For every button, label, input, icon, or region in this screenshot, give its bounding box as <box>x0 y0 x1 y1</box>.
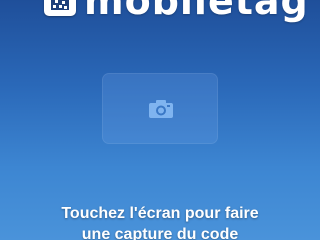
app-logo-text: mobiletag <box>84 0 309 23</box>
qr-code-icon <box>44 0 76 16</box>
capture-button[interactable] <box>102 73 218 144</box>
instruction-line-2: une capture du code <box>81 226 239 240</box>
camera-icon <box>149 100 173 118</box>
instruction-text: Touchez l'écran pour faire une capture d… <box>0 203 320 240</box>
instruction-line-1: Touchez l'écran pour faire <box>61 205 259 222</box>
app-header: mobiletag <box>44 0 308 20</box>
